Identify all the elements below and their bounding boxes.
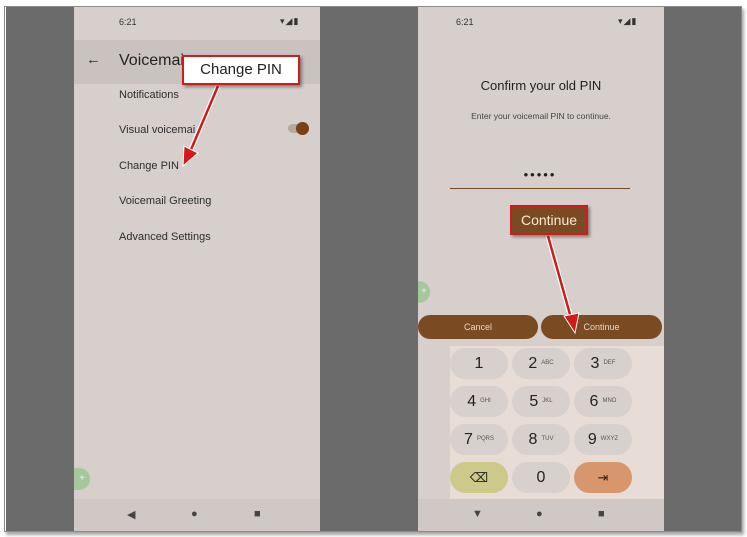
arrow-to-change-pin (182, 85, 221, 168)
arrow-to-continue (545, 235, 580, 335)
callout-continue: Continue (510, 205, 588, 235)
annotation-arrows (182, 85, 580, 335)
callout-change-pin: Change PIN (182, 55, 300, 85)
